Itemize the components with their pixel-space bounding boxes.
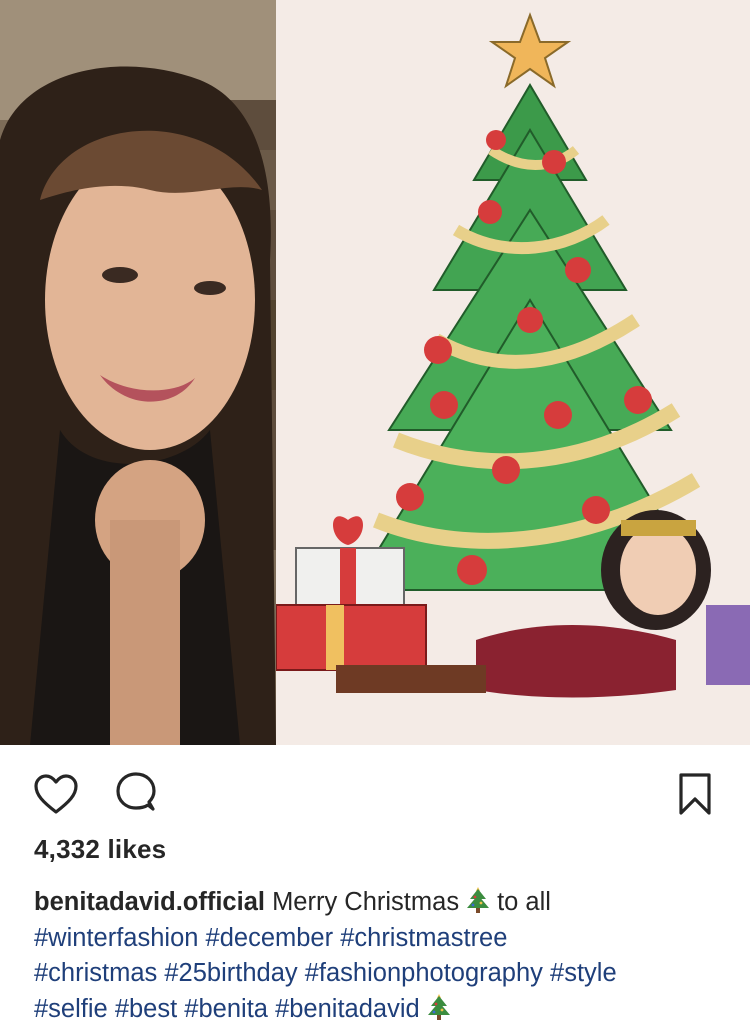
like-button[interactable] — [31, 769, 81, 819]
hashtag-link[interactable]: #style — [550, 959, 617, 987]
selfie-illustration — [0, 0, 276, 745]
hashtag-link[interactable]: #benita — [184, 995, 268, 1023]
caption-username[interactable]: benitadavid.official — [34, 888, 265, 916]
hashtag-link[interactable]: #winterfashion — [34, 924, 198, 952]
selfie-photo — [0, 0, 276, 745]
caption-text: Merry Christmas — [272, 888, 460, 916]
hashtag-link[interactable]: #christmastree — [340, 924, 507, 952]
post-caption: benitadavid.official Merry Christmas to … — [34, 885, 734, 1027]
hashtag-link[interactable]: #25birthday — [164, 959, 297, 987]
hashtag-link[interactable]: #december — [206, 924, 334, 952]
save-button[interactable] — [670, 769, 720, 819]
star-icon — [488, 12, 572, 89]
comment-icon — [116, 772, 156, 811]
post-action-bar — [0, 745, 750, 845]
hashtag-link[interactable]: #best — [115, 995, 177, 1023]
christmas-tree-art — [275, 12, 750, 698]
christmas-tree-illustration — [275, 0, 750, 745]
hashtag-link[interactable]: #fashionphotography — [305, 959, 543, 987]
bookmark-icon — [679, 773, 711, 815]
comment-button[interactable] — [111, 769, 161, 819]
christmas-tree-icon — [427, 993, 450, 1020]
caption-text-after: to all — [497, 888, 551, 916]
likes-count[interactable]: 4,332 likes — [34, 834, 166, 865]
post-image[interactable] — [0, 0, 750, 745]
hashtag-link[interactable]: #christmas — [34, 959, 157, 987]
christmas-tree-icon — [467, 887, 490, 913]
hashtag-link[interactable]: #selfie — [34, 995, 108, 1023]
hashtag-link[interactable]: #benitadavid — [275, 995, 420, 1023]
heart-icon — [34, 774, 78, 814]
